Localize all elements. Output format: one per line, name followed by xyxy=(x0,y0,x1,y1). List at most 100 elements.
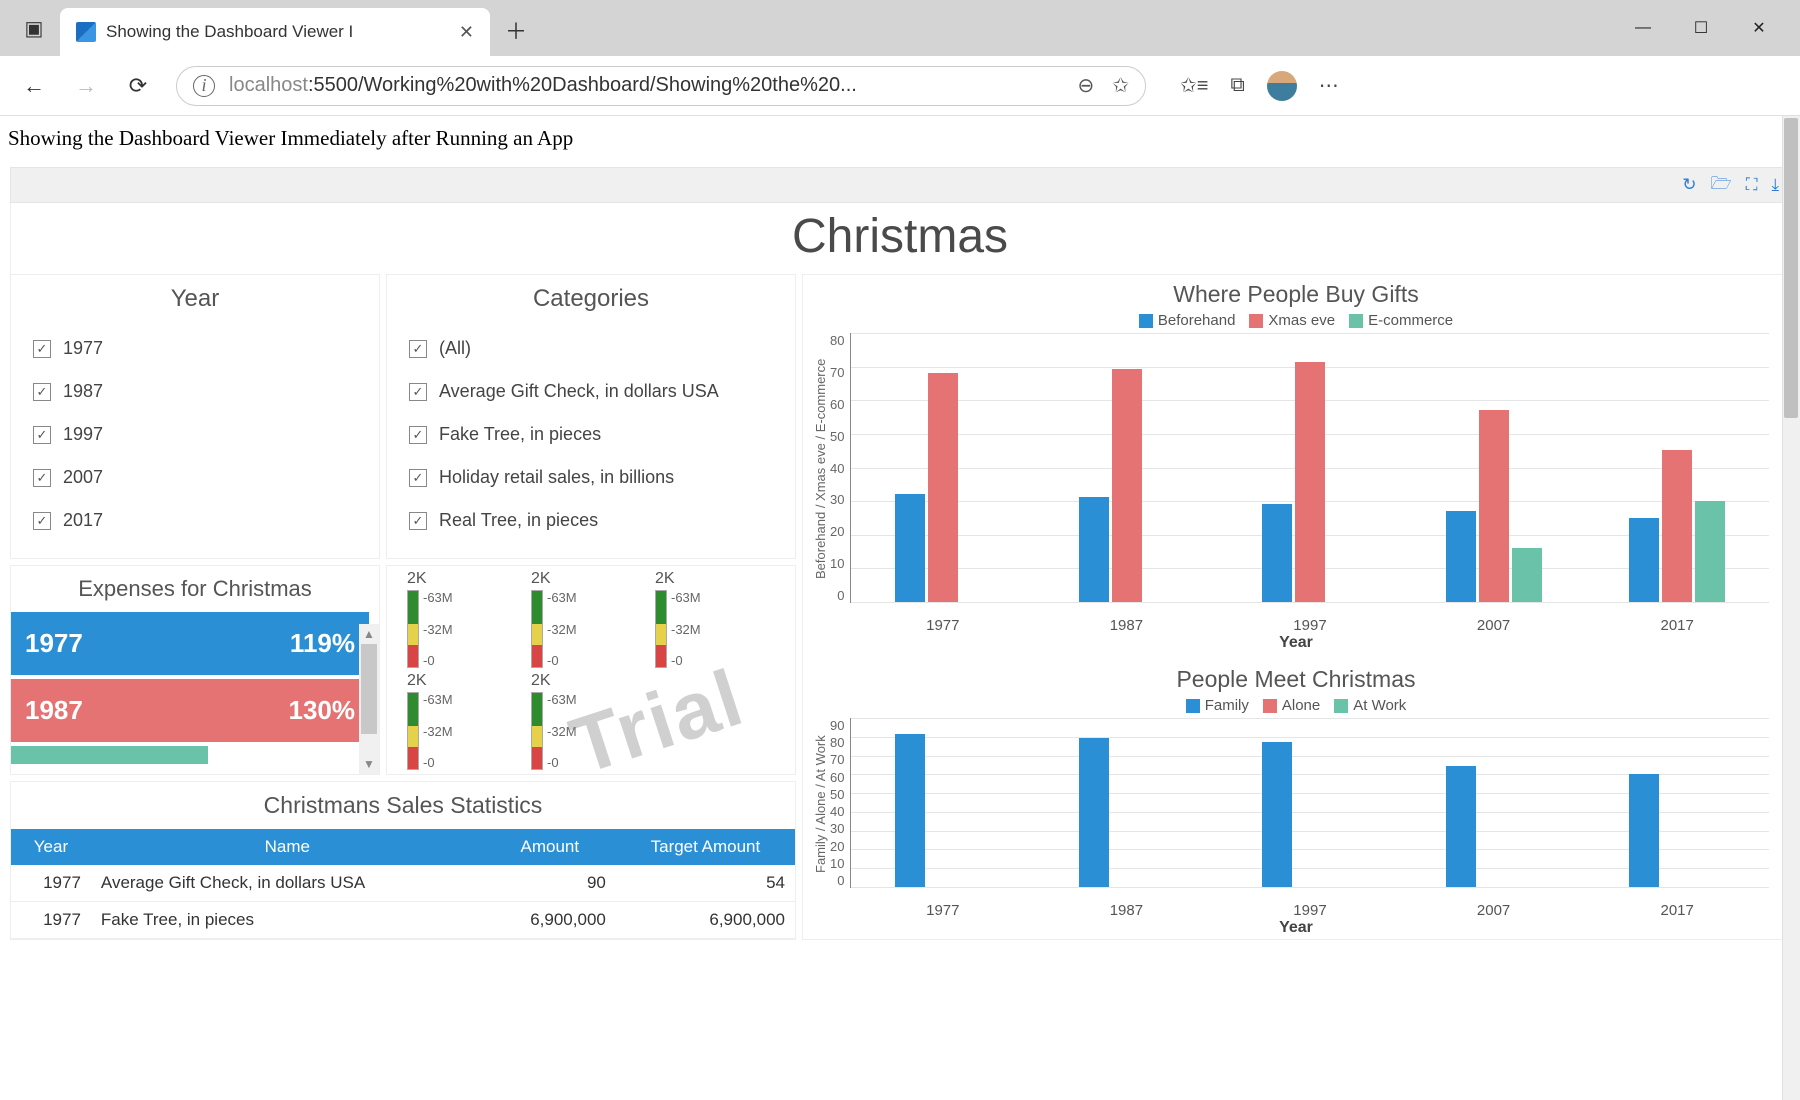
bar-Family-2007[interactable] xyxy=(1446,766,1476,887)
site-info-icon[interactable]: i xyxy=(193,75,215,97)
panel-toggle-icon[interactable]: ▣ xyxy=(12,6,56,50)
x-tick: 2007 xyxy=(1477,617,1510,634)
fullscreen-icon[interactable]: ⛶ xyxy=(1746,175,1758,195)
legend-Xmas eve[interactable]: Xmas eve xyxy=(1249,312,1335,329)
stats-header[interactable]: Amount xyxy=(484,829,616,865)
year-label: 1977 xyxy=(63,338,103,359)
bar-Beforehand-1987[interactable] xyxy=(1079,497,1109,602)
year-check-2017[interactable]: ✓ 2017 xyxy=(33,499,365,542)
legend-At Work[interactable]: At Work xyxy=(1334,697,1406,714)
browser-tab[interactable]: Showing the Dashboard Viewer I ✕ xyxy=(60,8,490,56)
cell-year: 1977 xyxy=(11,902,91,939)
dashboard-title: Christmas xyxy=(11,209,1789,264)
legend-Beforehand[interactable]: Beforehand xyxy=(1139,312,1236,329)
more-icon[interactable]: ⋯ xyxy=(1319,73,1339,98)
category-label: (All) xyxy=(439,338,471,359)
checkbox-icon[interactable]: ✓ xyxy=(409,426,427,444)
export-icon[interactable]: ⤓ xyxy=(1771,175,1779,195)
legend-swatch-icon xyxy=(1263,699,1277,713)
bar-Beforehand-2017[interactable] xyxy=(1629,518,1659,602)
checkbox-icon[interactable]: ✓ xyxy=(33,426,51,444)
stats-header[interactable]: Name xyxy=(91,829,484,865)
category-check-4[interactable]: ✓ Real Tree, in pieces xyxy=(409,499,781,542)
bar-Beforehand-1997[interactable] xyxy=(1262,504,1292,602)
checkbox-icon[interactable]: ✓ xyxy=(409,469,427,487)
window-close-button[interactable]: ✕ xyxy=(1730,8,1788,48)
category-label: Holiday retail sales, in billions xyxy=(439,467,674,488)
back-button[interactable]: ← xyxy=(20,72,48,100)
gauge-top-label: 2K xyxy=(655,570,775,588)
page-scroll-thumb[interactable] xyxy=(1784,118,1798,418)
new-tab-button[interactable]: ＋ xyxy=(494,8,538,52)
favorites-icon[interactable]: ✩≡ xyxy=(1180,73,1208,98)
checkbox-icon[interactable]: ✓ xyxy=(33,383,51,401)
forward-button[interactable]: → xyxy=(72,72,100,100)
checkbox-icon[interactable]: ✓ xyxy=(409,340,427,358)
bar-Xmas eve-1977[interactable] xyxy=(928,373,958,603)
open-icon[interactable]: 🗁 xyxy=(1710,171,1731,200)
checkbox-icon[interactable]: ✓ xyxy=(33,512,51,530)
gauge-bar-icon xyxy=(531,692,543,770)
collections-icon[interactable]: ⧉ xyxy=(1230,74,1244,97)
bar-group-1997 xyxy=(1262,362,1358,602)
maximize-button[interactable]: ☐ xyxy=(1672,8,1730,48)
expenses-scrollbar[interactable]: ▲ ▼ xyxy=(359,624,379,774)
gauge-bar-icon xyxy=(531,590,543,668)
bar-Family-1997[interactable] xyxy=(1262,742,1292,887)
category-check-3[interactable]: ✓ Holiday retail sales, in billions xyxy=(409,456,781,499)
year-check-2007[interactable]: ✓ 2007 xyxy=(33,456,365,499)
table-row[interactable]: 1977 Fake Tree, in pieces 6,900,000 6,90… xyxy=(11,902,795,939)
category-check-2[interactable]: ✓ Fake Tree, in pieces xyxy=(409,413,781,456)
page-scrollbar[interactable] xyxy=(1782,116,1800,1100)
bar-Xmas eve-1987[interactable] xyxy=(1112,369,1142,602)
bar-Family-2017[interactable] xyxy=(1629,774,1659,887)
bar-Xmas eve-1997[interactable] xyxy=(1295,362,1325,602)
stats-header[interactable]: Year xyxy=(11,829,91,865)
legend-Alone[interactable]: Alone xyxy=(1263,697,1320,714)
year-check-1977[interactable]: ✓ 1977 xyxy=(33,327,365,370)
table-row[interactable]: 1977 Average Gift Check, in dollars USA … xyxy=(11,865,795,902)
tab-close-icon[interactable]: ✕ xyxy=(459,22,474,43)
stats-header[interactable]: Target Amount xyxy=(616,829,795,865)
year-filter-title: Year xyxy=(11,275,379,327)
refresh-icon[interactable]: ↻ xyxy=(1682,175,1696,195)
bar-E-commerce-2017[interactable] xyxy=(1695,501,1725,602)
year-label: 2017 xyxy=(63,510,103,531)
bar-Beforehand-2007[interactable] xyxy=(1446,511,1476,602)
bar-Family-1987[interactable] xyxy=(1079,738,1109,887)
x-axis-title: Year xyxy=(803,634,1789,652)
bar-Xmas eve-2017[interactable] xyxy=(1662,450,1692,602)
checkbox-icon[interactable]: ✓ xyxy=(409,512,427,530)
x-labels: 19771987199720072017 xyxy=(803,613,1789,634)
category-check-0[interactable]: ✓ (All) xyxy=(409,327,781,370)
minimize-button[interactable]: — xyxy=(1614,8,1672,48)
year-check-1997[interactable]: ✓ 1997 xyxy=(33,413,365,456)
add-favorite-icon[interactable]: ✩ xyxy=(1112,73,1129,98)
legend-swatch-icon xyxy=(1349,314,1363,328)
zoom-out-icon[interactable]: ⊖ xyxy=(1077,73,1094,98)
bar-Xmas eve-2007[interactable] xyxy=(1479,410,1509,602)
address-bar[interactable]: i localhost:5500/Working%20with%20Dashbo… xyxy=(176,66,1146,106)
profile-avatar[interactable] xyxy=(1267,71,1297,101)
expense-row-1987[interactable]: 1987 130% xyxy=(11,679,369,742)
year-check-1987[interactable]: ✓ 1987 xyxy=(33,370,365,413)
category-label: Fake Tree, in pieces xyxy=(439,424,601,445)
bar-Beforehand-1977[interactable] xyxy=(895,494,925,602)
expense-row-1977[interactable]: 1977 119% xyxy=(11,612,369,675)
legend-E-commerce[interactable]: E-commerce xyxy=(1349,312,1453,329)
legend-swatch-icon xyxy=(1139,314,1153,328)
refresh-button[interactable]: ⟳ xyxy=(124,72,152,100)
bar-Family-1977[interactable] xyxy=(895,734,925,887)
scroll-thumb[interactable] xyxy=(361,644,377,734)
scroll-up-icon[interactable]: ▲ xyxy=(359,624,379,644)
gauge-ticks: -63M-32M-0 xyxy=(547,590,577,668)
expense-row-partial[interactable] xyxy=(11,746,208,764)
category-check-1[interactable]: ✓ Average Gift Check, in dollars USA xyxy=(409,370,781,413)
legend-Family[interactable]: Family xyxy=(1186,697,1249,714)
checkbox-icon[interactable]: ✓ xyxy=(33,340,51,358)
checkbox-icon[interactable]: ✓ xyxy=(409,383,427,401)
bar-E-commerce-2007[interactable] xyxy=(1512,548,1542,602)
checkbox-icon[interactable]: ✓ xyxy=(33,469,51,487)
scroll-down-icon[interactable]: ▼ xyxy=(359,754,379,774)
year-label: 2007 xyxy=(63,467,103,488)
